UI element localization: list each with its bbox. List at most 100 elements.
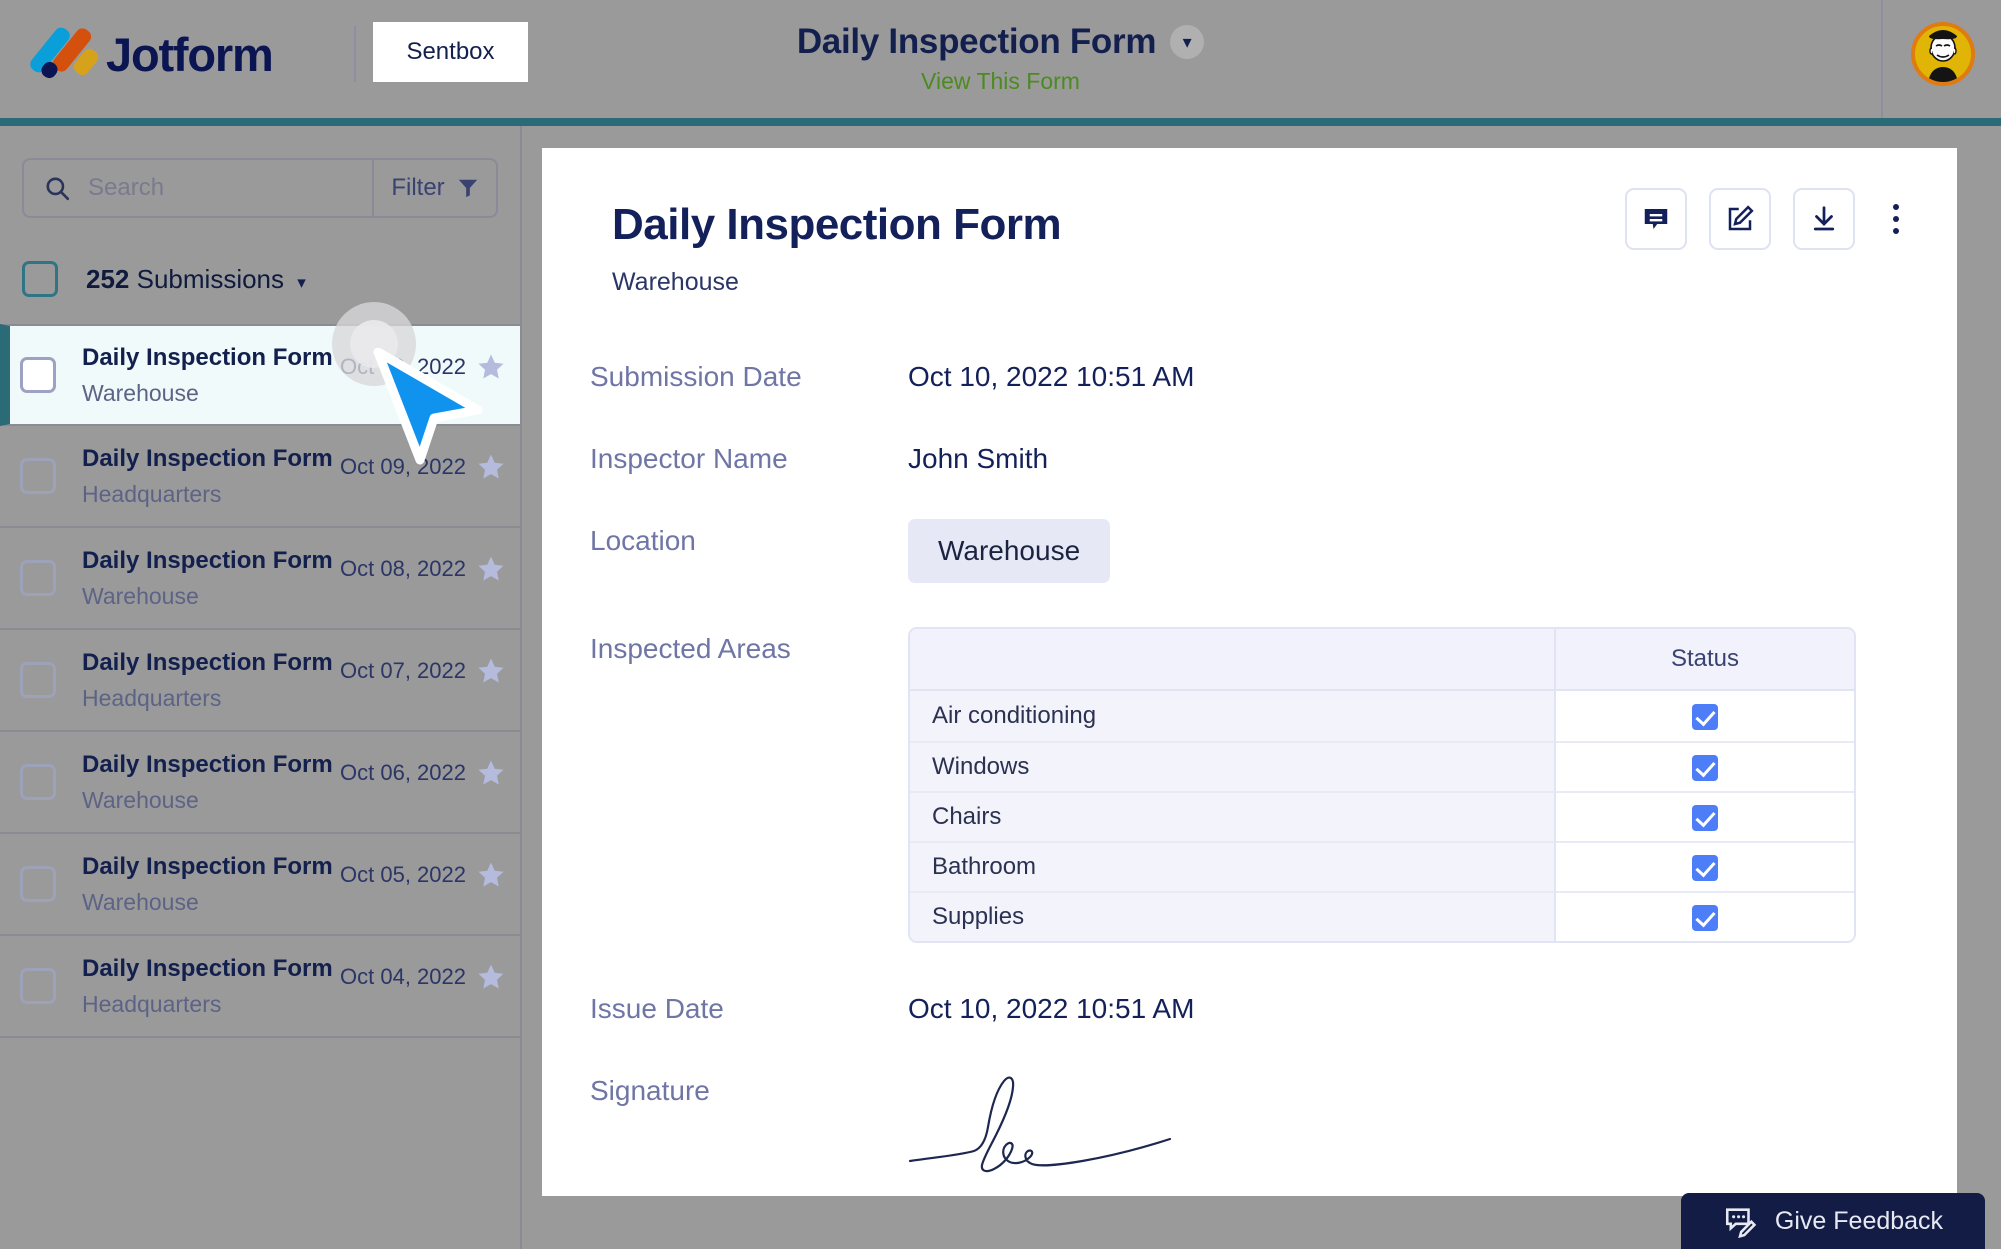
field-label: Issue Date — [590, 993, 724, 1024]
field-value: Oct 10, 2022 10:51 AM — [908, 993, 1195, 1024]
list-item[interactable]: Daily Inspection Form Warehouse Oct 08, … — [0, 528, 520, 630]
header-accent-bar — [0, 118, 2001, 126]
area-name: Chairs — [910, 791, 1556, 841]
pencil-square-icon — [1728, 205, 1754, 231]
submissions-sidebar: Filter 252 Submissions ▾ Daily Inspectio… — [0, 126, 522, 1249]
star-icon[interactable] — [476, 554, 506, 584]
area-status — [1556, 791, 1854, 841]
area-status — [1556, 741, 1854, 791]
checkbox-checked-icon — [1692, 754, 1718, 781]
table-col-status: Status — [1556, 629, 1854, 691]
row-location: Warehouse — [82, 888, 199, 915]
area-status — [1556, 691, 1854, 741]
row-checkbox[interactable] — [20, 764, 56, 800]
row-location: Warehouse — [82, 786, 199, 813]
give-feedback-button[interactable]: Give Feedback — [1681, 1193, 1985, 1249]
jotform-logo-icon — [27, 24, 102, 82]
submissions-summary: 252 Submissions ▾ — [22, 261, 306, 297]
field-label: Location — [590, 525, 696, 556]
sentbox-tab[interactable]: Sentbox — [373, 22, 528, 82]
search-input[interactable] — [88, 174, 318, 202]
field-signature: Signature — [590, 1069, 1887, 1194]
row-title: Daily Inspection Form — [82, 852, 333, 880]
star-icon[interactable] — [476, 962, 506, 992]
row-date: Oct 04, 2022 — [340, 964, 466, 989]
star-icon[interactable] — [476, 758, 506, 788]
field-label: Submission Date — [590, 361, 802, 392]
more-button[interactable] — [1877, 204, 1915, 234]
table-row: Chairs — [910, 791, 1854, 841]
chevron-down-icon[interactable]: ▾ — [297, 273, 306, 292]
row-date: Oct 05, 2022 — [340, 862, 466, 887]
mouse-pointer-icon — [373, 348, 483, 465]
row-title: Daily Inspection Form — [82, 343, 333, 371]
row-location: Headquarters — [82, 990, 222, 1017]
submissions-count: 252 — [86, 263, 130, 294]
submissions-word: Submissions — [136, 263, 285, 294]
submission-subtitle: Warehouse — [612, 268, 739, 296]
download-button[interactable] — [1793, 188, 1855, 250]
row-checkbox[interactable] — [20, 560, 56, 596]
area-name: Air conditioning — [910, 691, 1556, 741]
star-icon[interactable] — [476, 860, 506, 890]
speech-bubble-icon — [1644, 209, 1668, 229]
row-date: Oct 06, 2022 — [340, 760, 466, 785]
location-tag: Warehouse — [908, 519, 1111, 583]
row-location: Headquarters — [82, 684, 222, 711]
table-row: Bathroom — [910, 841, 1854, 891]
notes-button[interactable] — [1625, 188, 1687, 250]
page-title: Daily Inspection Form — [796, 22, 1157, 61]
row-title: Daily Inspection Form — [82, 954, 333, 982]
table-row: Windows — [910, 741, 1854, 791]
table-col-area — [910, 629, 1556, 691]
card-header: Daily Inspection Form Warehouse — [542, 148, 1957, 297]
field-value: John Smith — [908, 443, 1049, 474]
row-location: Headquarters — [82, 480, 222, 507]
feedback-icon — [1725, 1208, 1757, 1238]
list-item[interactable]: Daily Inspection Form Warehouse Oct 06, … — [0, 732, 520, 834]
row-checkbox[interactable] — [20, 458, 56, 494]
table-row: Air conditioning — [910, 691, 1854, 741]
submission-detail-card: Daily Inspection Form Warehouse Submissi… — [542, 148, 1957, 1196]
row-checkbox[interactable] — [20, 968, 56, 1004]
list-item[interactable]: Daily Inspection Form Headquarters Oct 0… — [0, 936, 520, 1038]
select-all-checkbox[interactable] — [22, 261, 58, 297]
row-checkbox[interactable] — [20, 662, 56, 698]
download-icon — [1813, 206, 1835, 231]
inspected-areas-table: Status Air conditioning Windows Chairs B… — [908, 627, 1856, 943]
give-feedback-label: Give Feedback — [1774, 1206, 1944, 1235]
submissions-count-label[interactable]: 252 Submissions ▾ — [86, 264, 306, 295]
list-item[interactable]: Daily Inspection Form Warehouse Oct 05, … — [0, 834, 520, 936]
area-status — [1556, 891, 1854, 941]
filter-button[interactable]: Filter — [372, 160, 496, 216]
row-date: Oct 08, 2022 — [340, 556, 466, 581]
row-checkbox[interactable] — [20, 357, 56, 393]
star-icon[interactable] — [476, 656, 506, 686]
row-checkbox[interactable] — [20, 866, 56, 902]
view-this-form-link[interactable]: View This Form — [0, 68, 2001, 95]
brand-logo[interactable]: Jotform — [27, 24, 274, 82]
top-header: Jotform Sentbox Daily Inspection Form ▾ … — [0, 0, 2001, 118]
search-area[interactable] — [24, 160, 372, 216]
row-location: Warehouse — [82, 582, 199, 609]
field-location: Location Warehouse — [590, 519, 1887, 583]
table-row: Supplies — [910, 891, 1854, 941]
funnel-icon — [458, 179, 477, 198]
field-submission-date: Submission Date Oct 10, 2022 10:51 AM — [590, 355, 1887, 393]
signature-icon — [908, 1076, 1172, 1173]
row-title: Daily Inspection Form — [82, 444, 333, 472]
brand-name: Jotform — [106, 27, 274, 81]
chevron-down-icon[interactable]: ▾ — [1170, 25, 1205, 59]
edit-button[interactable] — [1709, 188, 1771, 250]
list-item[interactable]: Daily Inspection Form Headquarters Oct 0… — [0, 630, 520, 732]
avatar[interactable] — [1911, 22, 1975, 86]
field-inspected-areas: Inspected Areas Status Air conditioning — [590, 627, 1887, 943]
row-title: Daily Inspection Form — [82, 648, 333, 676]
field-inspector-name: Inspector Name John Smith — [590, 437, 1887, 475]
filter-label: Filter — [391, 174, 445, 201]
checkbox-checked-icon — [1692, 854, 1718, 881]
field-issue-date: Issue Date Oct 10, 2022 10:51 AM — [590, 987, 1887, 1025]
user-avatar-icon — [1911, 22, 1975, 86]
row-title: Daily Inspection Form — [82, 750, 333, 778]
row-date: Oct 07, 2022 — [340, 658, 466, 683]
